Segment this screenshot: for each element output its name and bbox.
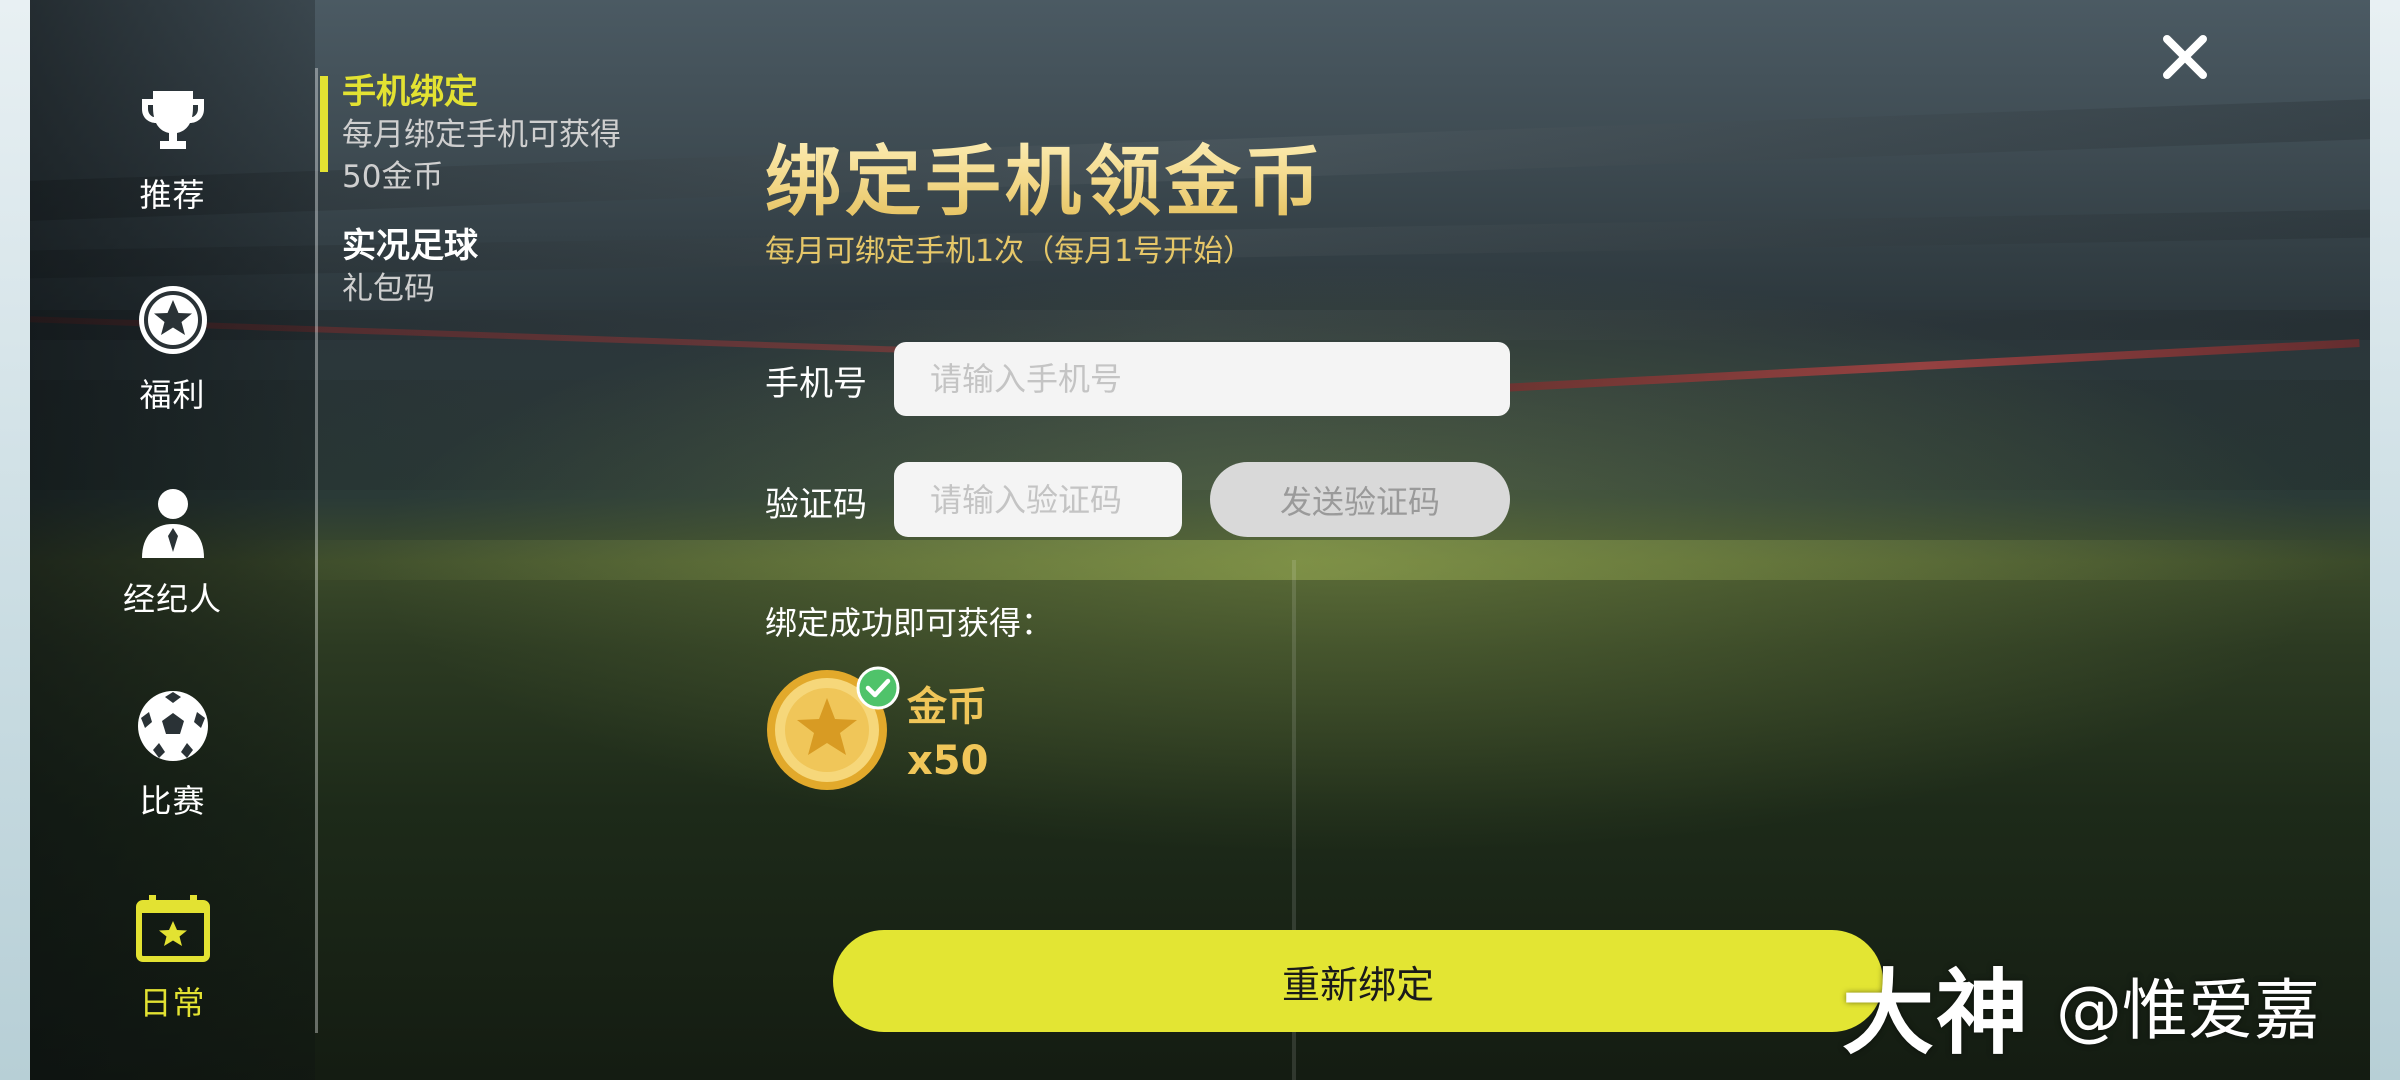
page-subtitle: 每月可绑定手机1次（每月1号开始） bbox=[765, 234, 1254, 269]
sub-menu: 手机绑定 每月绑定手机可获得50金币 实况足球 礼包码 bbox=[320, 70, 720, 336]
page-title: 绑定手机领金币 bbox=[765, 120, 1325, 230]
nav-label: 福利 bbox=[139, 376, 206, 414]
reward-name: 金币 bbox=[907, 684, 987, 730]
phone-label: 手机号 bbox=[765, 364, 867, 404]
submenu-item-phone-bind[interactable]: 手机绑定 每月绑定手机可获得50金币 bbox=[320, 70, 720, 198]
nav-item-match[interactable]: 比赛 bbox=[30, 686, 315, 846]
watermark-brand: 大神 bbox=[1842, 959, 2031, 1067]
submenu-item-gift-code[interactable]: 实况足球 礼包码 bbox=[320, 224, 720, 310]
nav-item-agent[interactable]: 经纪人 bbox=[30, 484, 315, 644]
nav-label: 日常 bbox=[139, 984, 206, 1022]
watermark: 大神 @惟爱嘉 bbox=[1842, 950, 2321, 1067]
reward-quantity: x50 bbox=[907, 738, 989, 784]
active-indicator bbox=[320, 76, 328, 172]
calendar-star-icon bbox=[133, 888, 213, 968]
submenu-title: 实况足球 bbox=[342, 226, 478, 266]
code-input[interactable] bbox=[894, 462, 1182, 537]
left-edge-strip bbox=[0, 0, 30, 1080]
nav-item-recommend[interactable]: 推荐 bbox=[30, 80, 315, 240]
trophy-icon bbox=[133, 80, 213, 160]
nav-item-daily[interactable]: 日常 bbox=[30, 888, 315, 1048]
agent-icon bbox=[133, 484, 213, 564]
nav-item-welfare[interactable]: 福利 bbox=[30, 280, 315, 440]
right-edge-strip bbox=[2370, 0, 2400, 1080]
game-panel: 推荐 福利 经纪人 比赛 日常 手机绑定 每月绑定手机可获得50金币 实况足球 … bbox=[30, 0, 2370, 1080]
star-badge-icon bbox=[133, 280, 213, 360]
pitch-glow bbox=[230, 540, 2370, 580]
close-icon bbox=[2163, 35, 2207, 79]
rebind-button[interactable]: 重新绑定 bbox=[833, 930, 1883, 1032]
nav-label: 推荐 bbox=[139, 176, 206, 214]
submenu-title: 手机绑定 bbox=[342, 72, 478, 112]
send-code-button[interactable]: 发送验证码 bbox=[1210, 462, 1510, 537]
watermark-user: @惟爱嘉 bbox=[2056, 972, 2321, 1049]
close-button[interactable] bbox=[2154, 26, 2216, 88]
code-label: 验证码 bbox=[765, 485, 867, 525]
check-icon bbox=[856, 666, 900, 710]
phone-input[interactable] bbox=[894, 342, 1510, 416]
nav-label: 比赛 bbox=[139, 782, 206, 820]
left-nav: 推荐 福利 经纪人 比赛 日常 bbox=[30, 0, 315, 1080]
reward-label: 绑定成功即可获得： bbox=[765, 604, 1054, 642]
nav-label: 经纪人 bbox=[122, 580, 222, 618]
submenu-desc: 每月绑定手机可获得50金币 bbox=[342, 117, 621, 195]
nav-divider bbox=[315, 68, 318, 1033]
submenu-desc: 礼包码 bbox=[342, 271, 435, 307]
soccer-ball-icon bbox=[133, 686, 213, 766]
